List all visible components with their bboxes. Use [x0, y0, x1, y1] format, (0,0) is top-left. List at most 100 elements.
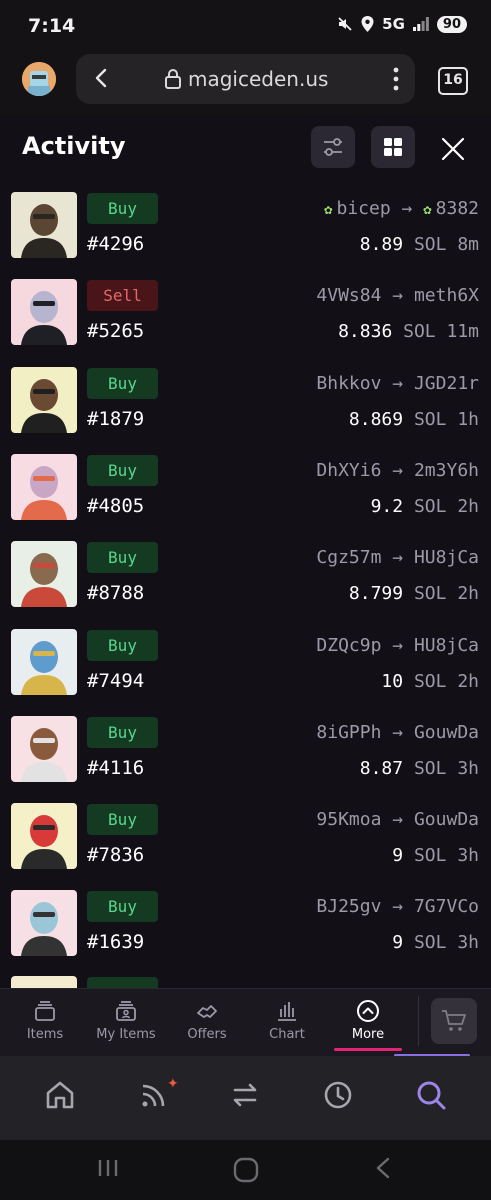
activity-row[interactable]: Buy #4805 DhXYi6 → 2m3Y6h 9.2 SOL 2h — [0, 454, 491, 541]
nft-thumbnail[interactable] — [11, 541, 77, 607]
activity-row[interactable]: Buy #8788 Cgz57m → HU8jCa 8.799 SOL 2h — [0, 541, 491, 628]
transfer-line: Cgz57m → HU8jCa — [316, 547, 479, 568]
grid-icon — [384, 138, 402, 156]
swap-icon[interactable] — [228, 1078, 262, 1112]
price-line: 8.87 SOL 3h — [360, 758, 479, 779]
time-ago: 3h — [457, 932, 479, 953]
from-address[interactable]: bicep — [337, 198, 391, 219]
activity-row[interactable]: Buy #1639 BJ25gv → 7G7VCo 9 SOL 3h — [0, 890, 491, 977]
from-address[interactable]: DhXYi6 — [316, 460, 381, 481]
feed-icon[interactable] — [137, 1078, 171, 1112]
history-icon[interactable] — [321, 1078, 355, 1112]
nft-thumbnail[interactable] — [11, 192, 77, 258]
handshake-icon — [197, 1005, 217, 1018]
nft-avatar-image — [11, 367, 77, 433]
nft-thumbnail[interactable] — [11, 716, 77, 782]
to-address[interactable]: 2m3Y6h — [414, 460, 479, 481]
nft-avatar-image — [11, 279, 77, 345]
to-address[interactable]: GouwDa — [414, 722, 479, 743]
activity-row[interactable]: Buy #4116 8iGPPh → GouwDa 8.87 SOL 3h — [0, 716, 491, 803]
signal-icon — [412, 17, 429, 31]
home-button-icon[interactable] — [232, 1156, 260, 1184]
to-address[interactable]: meth6X — [414, 285, 479, 306]
back-button-icon[interactable] — [372, 1156, 394, 1180]
recent-apps-icon[interactable] — [96, 1156, 120, 1180]
to-address[interactable]: JGD21r — [414, 373, 479, 394]
search-icon[interactable] — [414, 1078, 448, 1112]
price-value: 9.2 — [370, 496, 404, 517]
tab-more[interactable]: More — [332, 989, 404, 1057]
from-address[interactable]: Bhkkov — [316, 373, 381, 394]
back-arrow-icon[interactable] — [90, 66, 114, 90]
trade-side-badge: Buy — [87, 891, 158, 922]
tab-offers[interactable]: Offers — [172, 989, 242, 1057]
nft-avatar-image — [11, 454, 77, 520]
profile-avatar[interactable] — [22, 62, 56, 96]
price-value: 9 — [392, 932, 404, 953]
activity-row[interactable]: Buy #7494 DZQc9p → HU8jCa 10 SOL 2h — [0, 629, 491, 716]
kebab-menu-icon[interactable] — [393, 67, 399, 91]
activity-row[interactable]: Buy #1879 Bhkkov → JGD21r 8.869 SOL 1h — [0, 367, 491, 454]
arrow-right-icon: → — [381, 285, 414, 306]
to-address[interactable]: 7G7VCo — [414, 896, 479, 917]
tab-my-items[interactable]: My Items — [88, 989, 164, 1057]
cart-button[interactable] — [431, 998, 477, 1044]
close-icon[interactable] — [436, 132, 470, 166]
from-address[interactable]: 95Kmoa — [316, 809, 381, 830]
arrow-right-icon: → — [381, 547, 414, 568]
active-tab-indicator — [334, 1048, 402, 1051]
token-id: #4296 — [87, 233, 145, 255]
activity-row[interactable]: Sell #5265 4VWs84 → meth6X 8.836 SOL 11m — [0, 279, 491, 366]
grid-view-button[interactable] — [371, 126, 415, 168]
from-address[interactable]: DZQc9p — [316, 635, 381, 656]
from-address[interactable]: 4VWs84 — [316, 285, 381, 306]
mute-icon — [338, 17, 352, 31]
price-line: 9.2 SOL 2h — [371, 496, 479, 517]
cart-icon — [442, 1010, 466, 1031]
to-address[interactable]: HU8jCa — [414, 547, 479, 568]
filter-button[interactable] — [311, 126, 355, 168]
from-address[interactable]: 8iGPPh — [316, 722, 381, 743]
price-unit: SOL — [413, 758, 447, 779]
trade-side-badge: Buy — [87, 630, 158, 661]
activity-row[interactable]: Buy #4296 ✿ bicep → ✿ 8382 8.89 SOL 8m — [0, 192, 491, 279]
nft-avatar-image — [11, 716, 77, 782]
divider — [418, 996, 419, 1046]
nft-thumbnail[interactable] — [11, 890, 77, 956]
tab-switcher-button[interactable]: 16 — [438, 67, 468, 95]
network-type: 5G — [382, 15, 405, 33]
status-icons: 5G 90 — [337, 15, 467, 33]
time-ago: 3h — [457, 758, 479, 779]
tab-items[interactable]: Items — [10, 989, 80, 1057]
trade-side-badge: Buy — [87, 717, 158, 748]
from-address[interactable]: BJ25gv — [316, 896, 381, 917]
to-address[interactable]: HU8jCa — [414, 635, 479, 656]
nft-avatar-image — [11, 890, 77, 956]
arrow-right-icon: → — [381, 635, 414, 656]
price-unit: SOL — [413, 845, 447, 866]
trade-side-badge: Buy — [87, 193, 158, 224]
price-unit: SOL — [413, 671, 447, 692]
user-stack-icon — [116, 1001, 136, 1021]
time-ago: 2h — [457, 496, 479, 517]
nft-thumbnail[interactable] — [11, 629, 77, 695]
to-address[interactable]: 8382 — [436, 198, 479, 219]
transfer-line: 95Kmoa → GouwDa — [316, 809, 479, 830]
url-bar[interactable]: magiceden.us — [76, 54, 415, 104]
trade-side-badge: Buy — [87, 368, 158, 399]
token-id: #7494 — [87, 670, 145, 692]
nft-thumbnail[interactable] — [11, 454, 77, 520]
home-icon[interactable] — [43, 1078, 77, 1112]
to-address[interactable]: GouwDa — [414, 809, 479, 830]
nft-thumbnail[interactable] — [11, 279, 77, 345]
token-id: #1879 — [87, 408, 145, 430]
tab-chart[interactable]: Chart — [252, 989, 322, 1057]
nft-thumbnail[interactable] — [11, 367, 77, 433]
from-address[interactable]: Cgz57m — [316, 547, 381, 568]
time-ago: 2h — [457, 583, 479, 604]
price-line: 8.799 SOL 2h — [349, 583, 479, 604]
nft-thumbnail[interactable] — [11, 803, 77, 869]
activity-row[interactable]: Buy #7836 95Kmoa → GouwDa 9 SOL 3h — [0, 803, 491, 890]
verified-badge-icon: ✿ — [324, 202, 333, 218]
time-ago: 1h — [457, 409, 479, 430]
